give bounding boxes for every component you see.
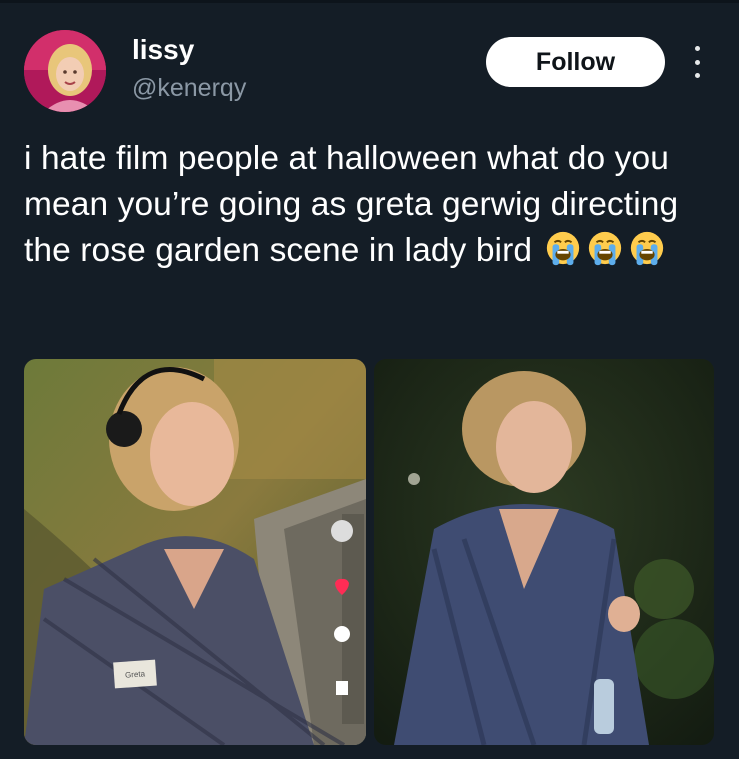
media-photo-right[interactable]	[374, 359, 714, 745]
avatar-image	[24, 30, 106, 112]
loudly-crying-face-icon	[542, 229, 584, 280]
name-tag: Greta	[113, 659, 157, 689]
more-vertical-icon[interactable]	[690, 46, 704, 78]
avatar[interactable]	[24, 30, 106, 112]
top-divider	[0, 0, 739, 3]
display-name[interactable]: lissy	[132, 34, 194, 66]
photo-greta-gerwig	[374, 359, 714, 745]
follow-button[interactable]: Follow	[486, 37, 665, 87]
user-handle[interactable]: @kenerqy	[132, 74, 246, 103]
media-photo-left[interactable]: Greta	[24, 359, 366, 745]
loudly-crying-face-icon	[626, 229, 668, 280]
tweet-text: i hate film people at halloween what do …	[24, 136, 714, 280]
photo-woman-headphones	[24, 359, 366, 745]
loudly-crying-face-icon	[584, 229, 626, 280]
